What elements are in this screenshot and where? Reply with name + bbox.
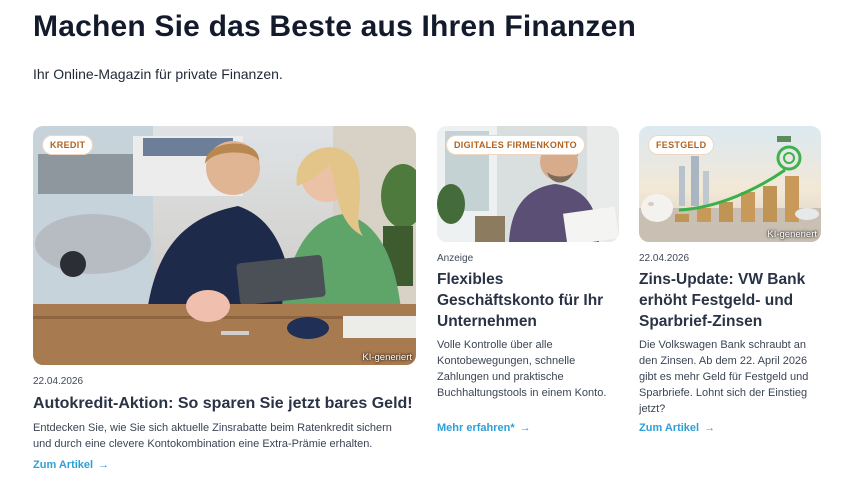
card-teaser: Entdecken Sie, wie Sie sich aktuelle Zin… — [33, 422, 392, 450]
card-ad-label: Anzeige — [437, 253, 474, 264]
card-image-festgeld[interactable]: FESTGELD KI-generiert — [639, 126, 821, 242]
couple-photo-illustration — [33, 126, 416, 365]
arrow-right-icon: → — [519, 422, 531, 434]
arrow-right-icon: → — [704, 422, 716, 434]
card-image-firmenkonto[interactable]: DIGITALES FIRMENKONTO — [437, 126, 619, 242]
card-badge: DIGITALES FIRMENKONTO — [446, 135, 585, 155]
read-article-link[interactable]: Zum Artikel → — [33, 459, 109, 471]
card-date: 22.04.2026 — [33, 376, 84, 387]
card-title[interactable]: Zins-Update: VW Bank erhöht Festgeld- un… — [639, 269, 824, 332]
cta-label: Zum Artikel — [639, 422, 700, 434]
ki-generated-label: KI-generiert — [362, 352, 412, 363]
cta-label: Mehr erfahren* — [437, 422, 515, 434]
read-article-link[interactable]: Zum Artikel → — [639, 422, 715, 434]
card-teaser: Die Volkswagen Bank schraubt an den Zins… — [639, 339, 809, 415]
card-title[interactable]: Flexibles Geschäftskonto für Ihr Unterne… — [437, 269, 617, 332]
cta-label: Zum Artikel — [33, 459, 94, 471]
page-subtitle: Ihr Online-Magazin für private Finanzen. — [33, 66, 283, 82]
ki-generated-label: KI-generiert — [767, 229, 817, 240]
card-image-autokredit[interactable]: KREDIT KI-generiert — [33, 126, 416, 365]
card-teaser: Volle Kontrolle über alle Kontobewegunge… — [437, 339, 607, 399]
card-date: 22.04.2026 — [639, 253, 690, 264]
card-badge: KREDIT — [42, 135, 94, 155]
card-badge: FESTGELD — [648, 135, 715, 155]
learn-more-link[interactable]: Mehr erfahren* → — [437, 422, 531, 434]
card-title[interactable]: Autokredit-Aktion: So sparen Sie jetzt b… — [33, 393, 423, 414]
arrow-right-icon: → — [98, 459, 110, 471]
page-title: Machen Sie das Beste aus Ihren Finanzen — [33, 10, 636, 43]
